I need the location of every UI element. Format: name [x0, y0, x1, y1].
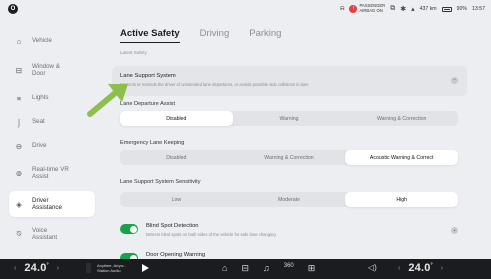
lane-support-card[interactable]: Lane Support System Corrects or reminds …	[112, 66, 467, 96]
tab-driving[interactable]: Driving	[200, 28, 230, 39]
sidebar-item-label: Driver Assistance	[32, 196, 62, 212]
sidebar-item-label: Window & Door	[32, 62, 60, 78]
emergency-lane-label: Emergency Lane Keeping	[120, 140, 185, 146]
sidebar-item-label: Drive	[32, 142, 47, 150]
airbag-icon: !	[349, 5, 358, 13]
battery-text: 90%	[456, 6, 468, 12]
apps-grid-icon[interactable]: ⊞	[308, 263, 316, 274]
sidebar-item-label: Vehicle	[32, 37, 52, 45]
airbag-line2: AIRBAG ON	[359, 8, 383, 13]
lane-support-desc: Corrects or reminds the driver of uninte…	[120, 82, 309, 87]
blind-spot-toggle[interactable]	[120, 224, 138, 234]
clock: 13:57	[472, 6, 485, 12]
driver-climate: ‹ 24.0° ›	[14, 262, 59, 274]
sensitivity-option-moderate[interactable]: Moderate	[233, 192, 346, 207]
sidebar-item-label: Voice Assistant	[32, 226, 58, 242]
tab-bar: Active Safety Driving Parking	[120, 28, 281, 43]
temp-up-left-icon[interactable]: ›	[57, 265, 59, 272]
lights-icon: ≡	[16, 93, 22, 103]
emergency-lane-option-disabled[interactable]: Disabled	[120, 150, 233, 165]
sensitivity-option-high[interactable]: High	[345, 192, 459, 207]
info-icon[interactable]: •	[451, 227, 458, 234]
sidebar-item-label: Real-time VR Assist	[32, 165, 69, 181]
sidebar-item-lights[interactable]: ≡ Lights	[14, 87, 94, 109]
volume-icon[interactable]: ◁)	[368, 263, 377, 272]
music-icon[interactable]: ♫	[263, 263, 270, 274]
bell-icon: ⍾	[339, 5, 345, 12]
play-icon[interactable]	[142, 264, 150, 272]
airbag-status: ! PASSENGER AIRBAG ON	[349, 4, 385, 13]
status-icons: ⍾ ! PASSENGER AIRBAG ON ⧉ ✱ ▴ 437 km 90%…	[340, 3, 485, 15]
battery-icon	[441, 6, 452, 12]
home-icon[interactable]: ⌂	[222, 263, 227, 274]
passenger-climate: ‹ 24.0° ›	[398, 262, 443, 274]
bottom-dock: ‹ 24.0° › Anytime, Anyw... Station Audio…	[0, 259, 491, 279]
sidebar-item-window-door[interactable]: ⊟ Window & Door	[14, 59, 94, 81]
section-caption: Latest Safety	[120, 50, 147, 55]
emergency-lane-option-correction[interactable]: Warning & Correction	[233, 150, 346, 165]
driver-assist-icon: ◈	[16, 199, 22, 209]
app-dock: ⌂ ⊟ ♫ 360 ⊞	[222, 263, 315, 274]
lane-departure-option-warning[interactable]: Warning	[233, 111, 346, 126]
camera-icon: ⧉	[390, 5, 396, 12]
temp-down-left-icon[interactable]: ‹	[14, 265, 16, 272]
car-icon: ⌂	[16, 36, 22, 46]
profile-avatar[interactable]: O	[8, 4, 18, 14]
bluetooth-icon: ✱	[400, 6, 407, 13]
blind-spot-row: Blind Spot Detection Detects blind spots…	[120, 221, 465, 245]
seat-icon: ⌡	[16, 117, 22, 127]
blind-spot-title: Blind Spot Detection	[146, 223, 199, 229]
emergency-lane-option-acoustic[interactable]: Acoustic Warning & Correct	[345, 150, 459, 165]
sensitivity-option-low[interactable]: Low	[120, 192, 233, 207]
tab-active-safety[interactable]: Active Safety	[120, 28, 180, 43]
car-icon[interactable]: ⊟	[241, 263, 249, 274]
signal-icon: ▴	[411, 6, 415, 13]
steering-icon: ⊖	[15, 141, 23, 151]
sidebar-item-label: Lights	[32, 94, 49, 102]
settings-sidebar: ⌂ Vehicle ⊟ Window & Door ≡ Lights ⌡ Sea…	[0, 20, 100, 260]
lane-departure-option-disabled[interactable]: Disabled	[120, 111, 233, 126]
sidebar-item-drive[interactable]: ⊖ Drive	[14, 135, 94, 157]
lane-support-title: Lane Support System	[120, 73, 176, 79]
voice-icon: ⍉	[16, 229, 22, 238]
temp-up-right-icon[interactable]: ›	[441, 265, 443, 272]
sensitivity-selector: Low Moderate High	[120, 192, 459, 207]
door-opening-title: Door Opening Warning	[146, 252, 206, 258]
range-text: 437 km	[419, 6, 437, 12]
driver-temperature[interactable]: 24.0°	[24, 262, 48, 274]
status-bar: O ⍾ ! PASSENGER AIRBAG ON ⧉ ✱ ▴ 437 km 9…	[0, 0, 491, 18]
sidebar-item-driver-assistance[interactable]: ◈ Driver Assistance	[9, 191, 95, 217]
door-opening-row: Door Opening Warning	[120, 250, 465, 259]
media-widget[interactable]: Anytime, Anyw... Station Audio	[86, 263, 150, 273]
pointer-arrow-icon	[87, 84, 128, 117]
temp-down-right-icon[interactable]: ‹	[398, 265, 400, 272]
blind-spot-desc: Detects blind spots on both sides of the…	[146, 232, 276, 237]
window-icon: ⊟	[15, 65, 23, 75]
sensitivity-label: Lane Support System Sensitivity	[120, 179, 201, 185]
lane-departure-option-correction[interactable]: Warning & Correction	[345, 111, 458, 126]
sidebar-item-seat[interactable]: ⌡ Seat	[14, 111, 94, 133]
info-icon[interactable]: ⌃	[451, 77, 458, 84]
media-subtitle: Station Audio	[97, 268, 121, 273]
tab-parking[interactable]: Parking	[249, 28, 281, 39]
emergency-lane-selector: Disabled Warning & Correction Acoustic W…	[120, 150, 459, 165]
camera-360-icon[interactable]: 360	[284, 263, 294, 274]
sidebar-item-label: Seat	[32, 118, 45, 126]
passenger-temperature[interactable]: 24.0°	[408, 262, 432, 274]
sidebar-item-voice-assistant[interactable]: ⍉ Voice Assistant	[14, 223, 94, 245]
sidebar-item-vr-assist[interactable]: ⊚ Real-time VR Assist	[14, 162, 94, 184]
lane-departure-selector: Disabled Warning Warning & Correction	[120, 111, 458, 126]
sidebar-item-vehicle[interactable]: ⌂ Vehicle	[14, 30, 94, 52]
vr-icon: ⊚	[15, 168, 23, 178]
album-art	[86, 263, 91, 273]
